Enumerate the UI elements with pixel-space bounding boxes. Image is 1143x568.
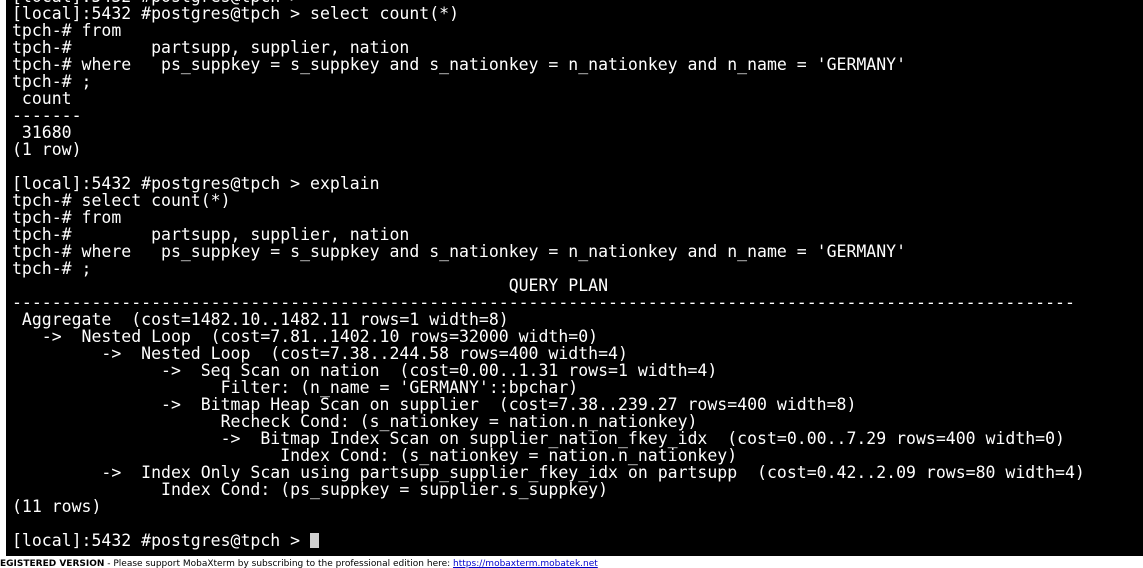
terminal-line: tpch-# ; (12, 72, 92, 91)
terminal-line: -> Nested Loop (cost=7.81..1402.10 rows=… (12, 327, 599, 346)
terminal-line: -> Nested Loop (cost=7.38..244.58 rows=4… (12, 344, 628, 363)
terminal-line: (11 rows) (12, 497, 102, 516)
terminal-output: [local]:5432 #postgres@tpch > [local]:543… (12, 0, 1085, 549)
status-bar: EGISTERED VERSION - Please support MobaX… (0, 556, 1143, 568)
terminal-line: ----------------------------------------… (12, 293, 1075, 312)
terminal-line: (1 row) (12, 140, 82, 159)
terminal-pane[interactable]: [local]:5432 #postgres@tpch > [local]:543… (6, 0, 1143, 556)
terminal-line: -> Seq Scan on nation (cost=0.00..1.31 r… (12, 361, 718, 380)
status-bar-label: EGISTERED VERSION (0, 559, 105, 568)
terminal-line: tpch-# partsupp, supplier, nation (12, 225, 410, 244)
terminal-line: -> Index Only Scan using partsupp_suppli… (12, 463, 1085, 482)
terminal-line: tpch-# from (12, 208, 122, 227)
terminal-line: tpch-# from (12, 21, 122, 40)
terminal-line: [local]:5432 #postgres@tpch > select cou… (12, 4, 460, 23)
terminal-line: [local]:5432 #postgres@tpch > explain (12, 174, 380, 193)
status-bar-link[interactable]: https://mobaxterm.mobatek.net (453, 559, 598, 568)
terminal-line: tpch-# where ps_suppkey = s_suppkey and … (12, 55, 907, 74)
terminal-line: Aggregate (cost=1482.10..1482.11 rows=1 … (12, 310, 509, 329)
terminal-line: -> Bitmap Index Scan on supplier_nation_… (12, 429, 1065, 448)
terminal-line: Recheck Cond: (s_nationkey = nation.n_na… (12, 412, 698, 431)
terminal-line: QUERY PLAN (12, 276, 609, 295)
terminal-prompt: [local]:5432 #postgres@tpch > (12, 531, 311, 550)
terminal-line: -> Bitmap Heap Scan on supplier (cost=7.… (12, 395, 857, 414)
terminal-line: tpch-# select count(*) (12, 191, 231, 210)
terminal-line: tpch-# partsupp, supplier, nation (12, 38, 410, 57)
terminal-line: Index Cond: (ps_suppkey = supplier.s_sup… (12, 480, 609, 499)
terminal-line: tpch-# ; (12, 259, 92, 278)
terminal-line: Filter: (n_name = 'GERMANY'::bpchar) (12, 378, 579, 397)
terminal-line: tpch-# where ps_suppkey = s_suppkey and … (12, 242, 907, 261)
status-bar-message: - Please support MobaXterm by subscribin… (104, 559, 454, 568)
terminal-line: count (12, 89, 72, 108)
terminal-line: ------- (12, 106, 82, 125)
terminal-line: 31680 (12, 123, 72, 142)
terminal-cursor (310, 533, 320, 548)
terminal-line: Index Cond: (s_nationkey = nation.n_nati… (12, 446, 738, 465)
terminal-prompt-line[interactable]: [local]:5432 #postgres@tpch > (12, 532, 1085, 549)
